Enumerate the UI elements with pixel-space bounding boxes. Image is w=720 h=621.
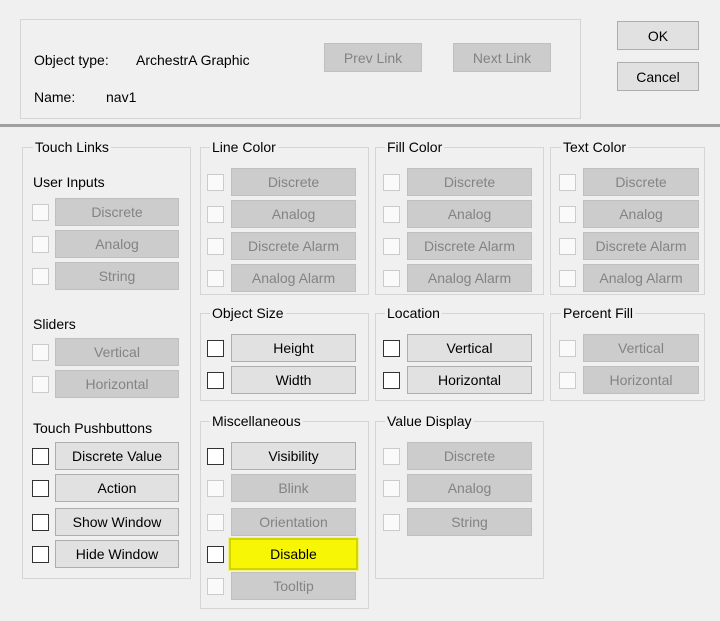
line-color-discrete-button[interactable]: Discrete <box>231 168 356 196</box>
value-display-string-button[interactable]: String <box>407 508 532 536</box>
misc-visibility-button[interactable]: Visibility <box>231 442 356 470</box>
location-title: Location <box>385 305 442 321</box>
location-vertical-button[interactable]: Vertical <box>407 334 532 362</box>
misc-blink-checkbox[interactable] <box>207 480 224 497</box>
line-color-analog-alarm-checkbox[interactable] <box>207 270 224 287</box>
line-color-discrete-alarm-checkbox[interactable] <box>207 238 224 255</box>
next-link-button[interactable]: Next Link <box>453 43 551 72</box>
object-size-width-button[interactable]: Width <box>231 366 356 394</box>
pushbutton-action-checkbox[interactable] <box>32 480 49 497</box>
user-inputs-label: User Inputs <box>33 174 105 190</box>
slider-horizontal-checkbox[interactable] <box>32 376 49 393</box>
percent-fill-horizontal-button[interactable]: Horizontal <box>583 366 699 394</box>
text-color-analog-checkbox[interactable] <box>559 206 576 223</box>
misc-visibility-checkbox[interactable] <box>207 448 224 465</box>
text-color-discrete-alarm-checkbox[interactable] <box>559 238 576 255</box>
value-display-discrete-checkbox[interactable] <box>383 448 400 465</box>
misc-orientation-checkbox[interactable] <box>207 514 224 531</box>
prev-link-button[interactable]: Prev Link <box>324 43 422 72</box>
fill-color-analog-alarm-checkbox[interactable] <box>383 270 400 287</box>
sliders-label: Sliders <box>33 316 76 332</box>
line-color-discrete-checkbox[interactable] <box>207 174 224 191</box>
text-color-analog-button[interactable]: Analog <box>583 200 699 228</box>
touch-pushbuttons-label: Touch Pushbuttons <box>33 420 153 436</box>
header-divider <box>0 124 720 127</box>
slider-vertical-checkbox[interactable] <box>32 344 49 361</box>
object-type-value: ArchestrA Graphic <box>136 52 250 68</box>
object-size-title: Object Size <box>210 305 286 321</box>
name-value: nav1 <box>106 89 137 105</box>
misc-tooltip-checkbox[interactable] <box>207 578 224 595</box>
line-color-analog-alarm-button[interactable]: Analog Alarm <box>231 264 356 292</box>
line-color-discrete-alarm-button[interactable]: Discrete Alarm <box>231 232 356 260</box>
user-input-string-checkbox[interactable] <box>32 268 49 285</box>
value-display-string-checkbox[interactable] <box>383 514 400 531</box>
cancel-button[interactable]: Cancel <box>617 62 699 91</box>
object-size-height-checkbox[interactable] <box>207 340 224 357</box>
value-display-discrete-button[interactable]: Discrete <box>407 442 532 470</box>
misc-disable-checkbox[interactable] <box>207 546 224 563</box>
ok-button[interactable]: OK <box>617 21 699 50</box>
text-color-analog-alarm-checkbox[interactable] <box>559 270 576 287</box>
pushbutton-show-window-button[interactable]: Show Window <box>55 508 179 536</box>
slider-horizontal-button[interactable]: Horizontal <box>55 370 179 398</box>
percent-fill-vertical-button[interactable]: Vertical <box>583 334 699 362</box>
value-display-analog-button[interactable]: Analog <box>407 474 532 502</box>
slider-vertical-button[interactable]: Vertical <box>55 338 179 366</box>
user-input-string-button[interactable]: String <box>55 262 179 290</box>
fill-color-analog-alarm-button[interactable]: Analog Alarm <box>407 264 532 292</box>
pushbutton-hide-window-button[interactable]: Hide Window <box>55 540 179 568</box>
line-color-analog-checkbox[interactable] <box>207 206 224 223</box>
percent-fill-title: Percent Fill <box>561 305 636 321</box>
pushbutton-action-button[interactable]: Action <box>55 474 179 502</box>
text-color-title: Text Color <box>561 139 629 155</box>
pushbutton-discrete-value-checkbox[interactable] <box>32 448 49 465</box>
misc-blink-button[interactable]: Blink <box>231 474 356 502</box>
text-color-discrete-checkbox[interactable] <box>559 174 576 191</box>
object-size-height-button[interactable]: Height <box>231 334 356 362</box>
user-input-analog-checkbox[interactable] <box>32 236 49 253</box>
fill-color-discrete-checkbox[interactable] <box>383 174 400 191</box>
fill-color-discrete-alarm-button[interactable]: Discrete Alarm <box>407 232 532 260</box>
location-vertical-checkbox[interactable] <box>383 340 400 357</box>
object-size-width-checkbox[interactable] <box>207 372 224 389</box>
user-input-discrete-checkbox[interactable] <box>32 204 49 221</box>
fill-color-discrete-alarm-checkbox[interactable] <box>383 238 400 255</box>
value-display-title: Value Display <box>385 413 474 429</box>
misc-orientation-button[interactable]: Orientation <box>231 508 356 536</box>
user-input-analog-button[interactable]: Analog <box>55 230 179 258</box>
value-display-analog-checkbox[interactable] <box>383 480 400 497</box>
pushbutton-hide-window-checkbox[interactable] <box>32 546 49 563</box>
percent-fill-horizontal-checkbox[interactable] <box>559 372 576 389</box>
miscellaneous-title: Miscellaneous <box>210 413 303 429</box>
fill-color-analog-button[interactable]: Analog <box>407 200 532 228</box>
text-color-discrete-button[interactable]: Discrete <box>583 168 699 196</box>
object-type-label: Object type: <box>34 52 109 68</box>
line-color-title: Line Color <box>210 139 278 155</box>
fill-color-title: Fill Color <box>385 139 445 155</box>
line-color-analog-button[interactable]: Analog <box>231 200 356 228</box>
misc-tooltip-button[interactable]: Tooltip <box>231 572 356 600</box>
percent-fill-vertical-checkbox[interactable] <box>559 340 576 357</box>
location-horizontal-button[interactable]: Horizontal <box>407 366 532 394</box>
location-horizontal-checkbox[interactable] <box>383 372 400 389</box>
misc-disable-button[interactable]: Disable <box>229 538 358 570</box>
touch-links-title: Touch Links <box>33 139 111 155</box>
text-color-analog-alarm-button[interactable]: Analog Alarm <box>583 264 699 292</box>
pushbutton-discrete-value-button[interactable]: Discrete Value <box>55 442 179 470</box>
user-input-discrete-button[interactable]: Discrete <box>55 198 179 226</box>
name-label: Name: <box>34 89 76 105</box>
fill-color-analog-checkbox[interactable] <box>383 206 400 223</box>
pushbutton-show-window-checkbox[interactable] <box>32 514 49 531</box>
fill-color-discrete-button[interactable]: Discrete <box>407 168 532 196</box>
text-color-discrete-alarm-button[interactable]: Discrete Alarm <box>583 232 699 260</box>
